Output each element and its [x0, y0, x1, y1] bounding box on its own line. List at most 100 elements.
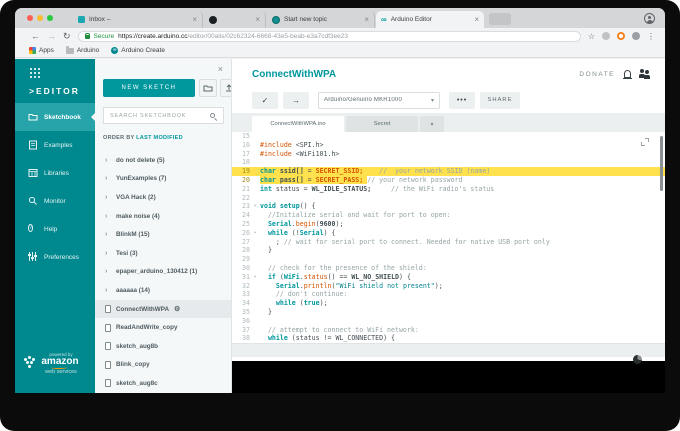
new-tab-button[interactable]	[489, 13, 511, 25]
code-line[interactable]: 32 Serial.println("WiFi shield not prese…	[232, 282, 665, 291]
code-line[interactable]: 24 //Initialize serial and wait for port…	[232, 211, 665, 220]
sketchbook-item[interactable]: ReadAndWrite_copy	[95, 318, 231, 337]
file-tab-ino[interactable]: ConnectWithWPA.ino	[252, 116, 344, 132]
sidebar-item-monitor[interactable]: Monitor	[15, 187, 95, 215]
gear-icon[interactable]: ⚙	[174, 305, 180, 313]
code-line[interactable]: 15	[232, 132, 665, 141]
code-line[interactable]: 30 // check for the presence of the shie…	[232, 264, 665, 273]
bookmark-apps[interactable]: Apps	[29, 47, 54, 54]
close-tab-icon[interactable]: ×	[474, 15, 479, 24]
code-line[interactable]: 16 #include <SPI.h>	[232, 141, 665, 150]
profile-avatar-icon[interactable]	[644, 13, 655, 24]
sketchbook-item[interactable]: › YunExamples (7)	[95, 170, 231, 189]
code-line[interactable]: 36	[232, 317, 665, 326]
close-tab-icon[interactable]: ×	[255, 15, 260, 24]
sidebar-item-help[interactable]: ? Help	[15, 215, 95, 243]
url-omnibox[interactable]: Secure https://create.arduino.cc/editor/…	[77, 30, 581, 42]
zoom-window-button[interactable]	[47, 15, 53, 21]
expand-fullscreen-icon[interactable]	[641, 138, 649, 146]
browser-tab-forum[interactable]: Start new topic ×	[267, 11, 375, 28]
order-by-value[interactable]: LAST MODIFIED	[136, 135, 183, 141]
extension-icon[interactable]	[632, 32, 640, 40]
sketchbook-item[interactable]: sketch_aug8c	[95, 374, 231, 393]
code-area[interactable]: 15 16 #include <SPI.h> 17 #include <WiFi101.…	[232, 132, 665, 343]
code-line[interactable]: 33 // don't continue:	[232, 290, 665, 299]
bookmark-arduino-create[interactable]: ∞ Arduino Create	[111, 47, 165, 54]
bookmark-arduino[interactable]: Arduino	[65, 46, 99, 54]
apps-grid-icon[interactable]	[30, 68, 32, 70]
sketchbook-item[interactable]: › BlinkM (15)	[95, 225, 231, 244]
new-sketch-button[interactable]: NEW SKETCH	[103, 79, 195, 97]
sketchbook-item[interactable]: › Tesi (3)	[95, 244, 231, 263]
community-profile-icon[interactable]	[639, 69, 651, 79]
search-icon[interactable]	[210, 113, 215, 118]
back-icon[interactable]: ←	[31, 31, 40, 41]
sketchbook-item[interactable]: sketch_aug8b	[95, 337, 231, 356]
search-input[interactable]	[104, 112, 210, 119]
forward-icon[interactable]: →	[47, 31, 56, 41]
close-tab-icon[interactable]: ×	[364, 15, 369, 24]
code-line[interactable]: 37 // attempt to connect to WiFi network…	[232, 326, 665, 335]
tab-dropdown-icon[interactable]: ▾	[420, 116, 444, 132]
code-line[interactable]: 35 }	[232, 308, 665, 317]
sidebar-item-label: Monitor	[44, 197, 66, 205]
code-scrollbar[interactable]	[660, 136, 663, 191]
notifications-bell-icon[interactable]	[623, 70, 632, 79]
code-line[interactable]: 38 while (status != WL_CONNECTED) {	[232, 334, 665, 343]
fold-arrow-icon[interactable]: ▾	[250, 202, 260, 211]
sidebar-item-preferences[interactable]: Preferences	[15, 243, 95, 271]
verify-button[interactable]: ✓	[252, 91, 278, 109]
code-line[interactable]: 28 }	[232, 246, 665, 255]
upload-sketch-button[interactable]	[220, 79, 231, 97]
sidebar-item-examples[interactable]: Examples	[15, 131, 95, 159]
sketchbook-item[interactable]: › make noise (4)	[95, 207, 231, 226]
code-line[interactable]: 17 #include <WiFi101.h>	[232, 150, 665, 159]
reload-icon[interactable]: ↻	[63, 31, 71, 41]
browser-tab-arduino-editor[interactable]: ∞ Arduino Editor ×	[376, 11, 484, 28]
chrome-menu-icon[interactable]: ⋮	[647, 32, 655, 41]
bookmark-star-icon[interactable]: ☆	[588, 32, 595, 41]
close-window-button[interactable]	[27, 15, 33, 21]
code-line[interactable]: 19 char ssid[] = SECRET_SSID; // your net…	[232, 167, 665, 176]
more-options-button[interactable]: •••	[449, 91, 475, 109]
sketchbook-item[interactable]: › epaper_arduino_130412 (1)	[95, 263, 231, 282]
code-line[interactable]: 26 ▾ while (!Serial) {	[232, 229, 665, 238]
code-line[interactable]: 34 while (true);	[232, 299, 665, 308]
board-selector[interactable]: Arduino/Genuino MKR1000 ▾	[318, 91, 440, 109]
sketch-label: VGA Hack (2)	[116, 193, 156, 201]
code-line[interactable]: 27 ; // wait for serial port to connect.…	[232, 238, 665, 247]
browser-tab-inbox[interactable]: Inbox – ×	[73, 11, 203, 28]
share-button[interactable]: SHARE	[480, 91, 520, 109]
code-line[interactable]: 20 char pass[] = SECRET_PASS; // your net…	[232, 175, 665, 185]
console-strip[interactable]	[232, 343, 665, 357]
sketchbook-item[interactable]: › aaaaaa (14)	[95, 281, 231, 300]
sidebar-item-libraries[interactable]: Libraries	[15, 159, 95, 187]
code-line[interactable]: 23 ▾ void setup() {	[232, 202, 665, 211]
extension-icon[interactable]	[602, 32, 610, 40]
file-tab-secret[interactable]: Secret	[346, 116, 418, 132]
code-line[interactable]: 25 Serial.begin(9600);	[232, 220, 665, 229]
sketchbook-item[interactable]: ConnectWithWPA ⚙	[95, 299, 231, 319]
import-sketch-button[interactable]	[199, 79, 217, 97]
code-line[interactable]: 21 int status = WL_IDLE_STATUS; // the Wi…	[232, 185, 665, 194]
sketchbook-item[interactable]: › do not delete (5)	[95, 151, 231, 170]
upload-button[interactable]: →	[283, 91, 309, 109]
sidebar-item-sketchbook[interactable]: Sketchbook	[15, 103, 95, 131]
code-line[interactable]: 29	[232, 255, 665, 264]
browser-tab-github[interactable]: ×	[204, 11, 266, 28]
fold-arrow-icon[interactable]: ▾	[250, 273, 260, 282]
minimize-window-button[interactable]	[37, 15, 43, 21]
code-line[interactable]: 18	[232, 158, 665, 167]
donate-link[interactable]: DONATE	[579, 71, 615, 78]
sketchbook-item[interactable]: Blink_copy	[95, 356, 231, 375]
code-line[interactable]: 22	[232, 194, 665, 203]
close-tab-icon[interactable]: ×	[192, 15, 197, 24]
code-line[interactable]: 31 ▾ if (WiFi.status() == WL_NO_SHIELD) {	[232, 273, 665, 282]
sketchbook-item[interactable]: › VGA Hack (2)	[95, 188, 231, 207]
fold-arrow-icon[interactable]: ▾	[250, 229, 260, 238]
extension-icon[interactable]	[617, 32, 625, 40]
power-indicator-icon	[633, 355, 642, 364]
close-panel-icon[interactable]: ×	[218, 65, 223, 74]
editor-logo: >EDITOR	[29, 86, 80, 96]
code-text: #include <SPI.h>	[260, 140, 324, 149]
